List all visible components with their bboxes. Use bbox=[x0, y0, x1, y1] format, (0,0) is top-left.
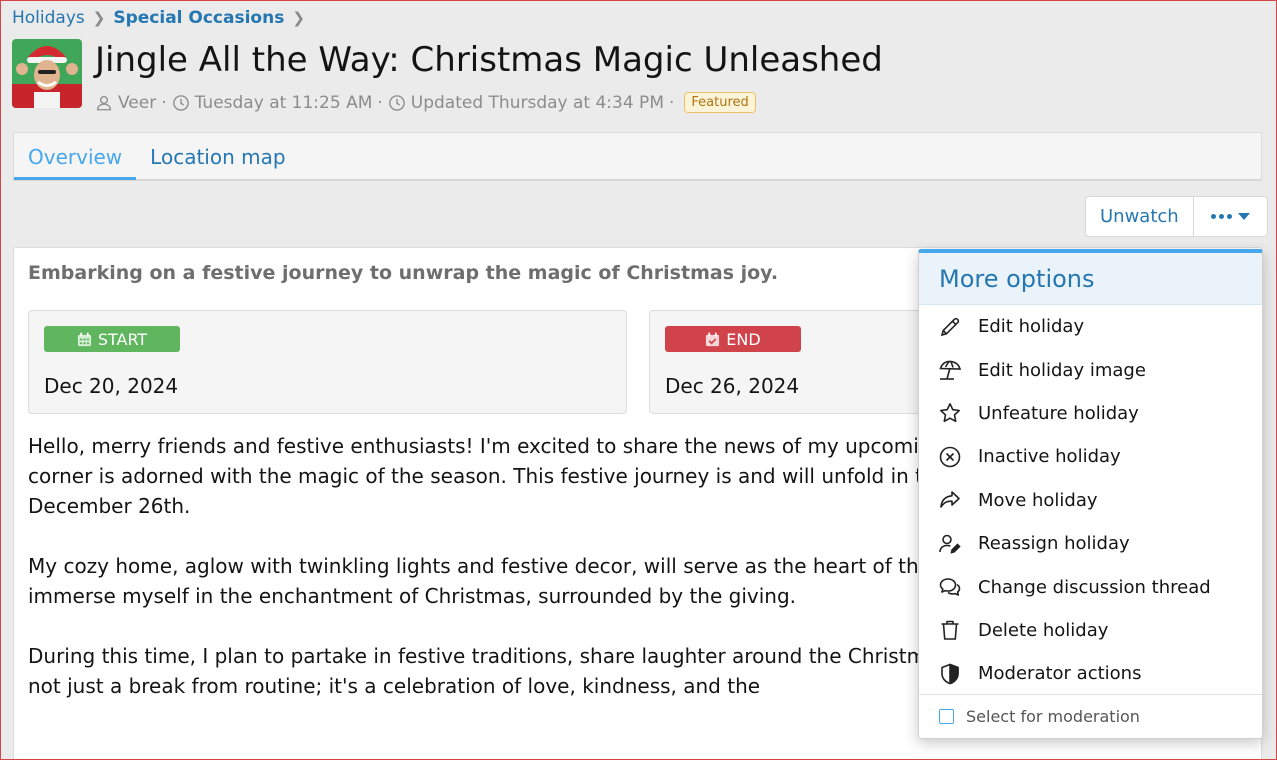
chevron-right-icon: ❯ bbox=[292, 9, 305, 27]
author-link[interactable]: Veer bbox=[118, 93, 156, 113]
breadcrumb: Holidays ❯ Special Occasions ❯ bbox=[12, 8, 313, 28]
start-date: Dec 20, 2024 bbox=[44, 374, 178, 398]
user-icon bbox=[95, 94, 113, 112]
more-options-button[interactable] bbox=[1193, 197, 1267, 236]
user-edit-icon bbox=[938, 532, 962, 556]
menu-item-inactive-holiday[interactable]: Inactive holiday bbox=[919, 435, 1262, 478]
created-time[interactable]: Tuesday at 11:25 AM bbox=[195, 93, 373, 113]
holiday-avatar[interactable] bbox=[12, 39, 82, 108]
menu-item-edit-holiday-image[interactable]: Edit holiday image bbox=[919, 348, 1262, 391]
holiday-actions: Unwatch bbox=[1085, 196, 1268, 237]
menu-item-moderator-actions[interactable]: Moderator actions bbox=[919, 652, 1262, 695]
beach-umbrella-icon bbox=[938, 358, 962, 382]
tab-bar: Overview Location map bbox=[13, 132, 1262, 181]
pencil-icon bbox=[938, 315, 962, 339]
clock-icon bbox=[172, 94, 190, 112]
holiday-tagline: Embarking on a festive journey to unwrap… bbox=[28, 262, 778, 284]
menu-item-reassign-holiday[interactable]: Reassign holiday bbox=[919, 522, 1262, 565]
featured-badge: Featured bbox=[684, 92, 755, 113]
calendar-icon bbox=[77, 332, 92, 347]
chevron-right-icon: ❯ bbox=[93, 9, 106, 27]
page-title: Jingle All the Way: Christmas Magic Unle… bbox=[95, 40, 883, 80]
ellipsis-icon bbox=[1211, 214, 1232, 219]
clock-icon bbox=[388, 94, 406, 112]
menu-item-edit-holiday[interactable]: Edit holiday bbox=[919, 305, 1262, 348]
unwatch-button[interactable]: Unwatch bbox=[1086, 197, 1193, 236]
tab-overview[interactable]: Overview bbox=[14, 133, 136, 180]
more-options-menu: More options Edit holiday Edit holiday i… bbox=[918, 249, 1263, 739]
moderation-checkbox[interactable] bbox=[939, 709, 954, 724]
breadcrumb-special-occasions[interactable]: Special Occasions bbox=[113, 8, 284, 28]
share-arrow-icon bbox=[938, 488, 962, 512]
menu-item-change-discussion-thread[interactable]: Change discussion thread bbox=[919, 565, 1262, 608]
menu-item-move-holiday[interactable]: Move holiday bbox=[919, 479, 1262, 522]
shield-icon bbox=[938, 662, 962, 686]
menu-title: More options bbox=[919, 253, 1262, 305]
menu-item-delete-holiday[interactable]: Delete holiday bbox=[919, 609, 1262, 652]
menu-item-unfeature-holiday[interactable]: Unfeature holiday bbox=[919, 392, 1262, 435]
breadcrumb-holidays[interactable]: Holidays bbox=[12, 8, 85, 28]
end-label: END bbox=[665, 326, 801, 352]
tab-location-map[interactable]: Location map bbox=[136, 133, 299, 180]
trash-icon bbox=[938, 618, 962, 642]
caret-down-icon bbox=[1238, 213, 1250, 220]
start-date-box: START Dec 20, 2024 bbox=[28, 310, 627, 414]
holiday-meta: Veer · Tuesday at 11:25 AM · Updated Thu… bbox=[95, 92, 756, 113]
calendar-check-icon bbox=[705, 332, 720, 347]
circle-x-icon bbox=[938, 445, 962, 469]
end-date: Dec 26, 2024 bbox=[665, 374, 799, 398]
updated-time[interactable]: Updated Thursday at 4:34 PM bbox=[411, 93, 664, 113]
start-label: START bbox=[44, 326, 180, 352]
star-icon bbox=[938, 401, 962, 425]
select-for-moderation[interactable]: Select for moderation bbox=[919, 694, 1262, 738]
chat-bubbles-icon bbox=[938, 575, 962, 599]
